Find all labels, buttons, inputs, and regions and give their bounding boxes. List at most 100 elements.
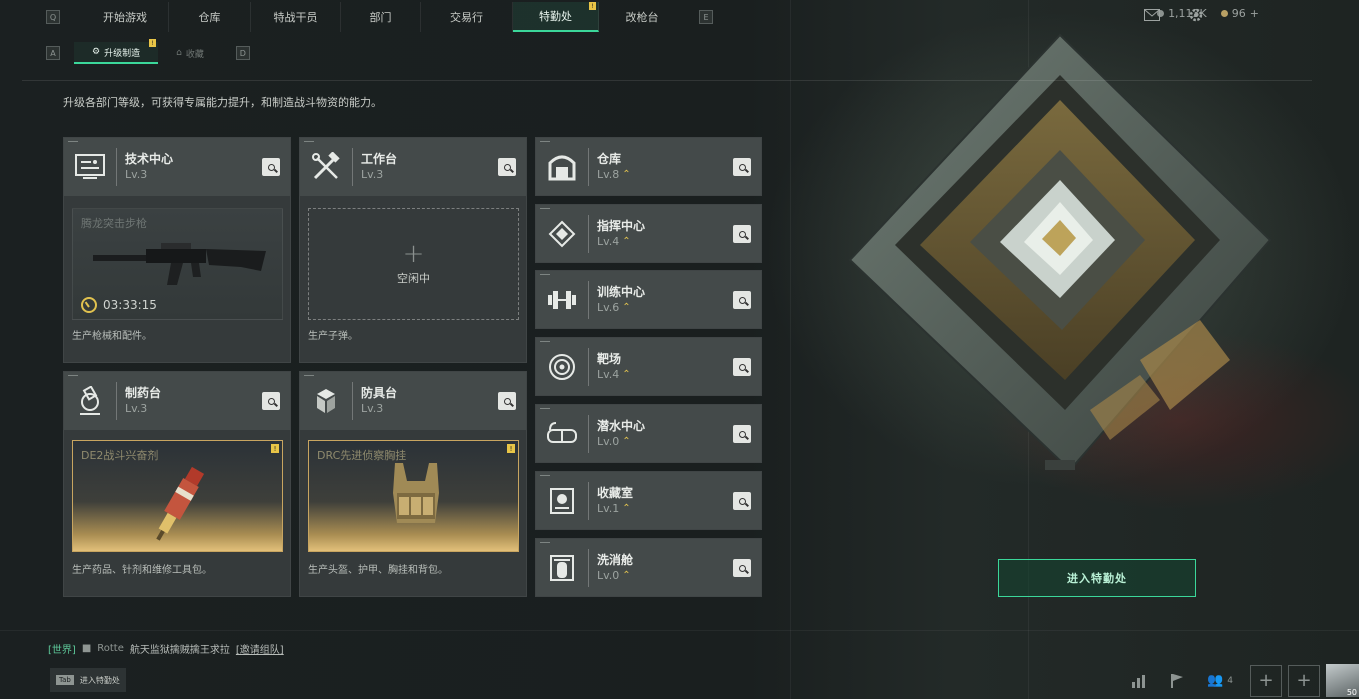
tech-center-card[interactable]: 技术中心 Lv.3 腾龙突击步枪 03:33:15 生产枪械和配件。: [63, 137, 291, 363]
tab-warehouse[interactable]: 仓库: [169, 2, 251, 32]
rifle-image: [93, 243, 266, 285]
card-header: 仓库 Lv.8 ⌃: [536, 138, 761, 195]
workbench-card[interactable]: 工作台 Lv.3 + 空闲中 生产子弹。: [299, 137, 527, 363]
chat-text: 航天监狱擒贼擒王求拉: [129, 645, 230, 656]
stats-bar-chart-icon[interactable]: [1120, 665, 1158, 697]
tab-label: 特战干员: [273, 11, 318, 24]
tab-label: 部门: [369, 11, 392, 24]
chat-sender[interactable]: Rotte: [97, 643, 124, 654]
level-text: Lv.4: [597, 367, 620, 381]
building-decontamination[interactable]: 洗消舱 Lv.0 ⌃: [535, 538, 762, 597]
card-title: 技术中心: [125, 152, 174, 166]
invite-slot-2[interactable]: +: [1288, 664, 1320, 697]
level-text: Lv.8: [597, 167, 620, 181]
coins-display[interactable]: 96 +: [1220, 7, 1259, 20]
chat-channel[interactable]: [世界]: [48, 641, 76, 656]
building-command-center[interactable]: 指挥中心 Lv.4 ⌃: [535, 204, 762, 263]
separator: [352, 148, 353, 186]
nav-next-key[interactable]: E: [699, 10, 713, 24]
separator: [352, 382, 353, 420]
chat-message: [世界] ■ Rotte 航天监狱擒贼擒王求拉 [邀请组队]: [48, 641, 284, 656]
notification-badge: !: [589, 2, 596, 10]
resources-bar: 1,113K 96 +: [1157, 7, 1259, 20]
settings-gear-icon[interactable]: [1187, 6, 1205, 24]
tab-gunsmith[interactable]: 改枪台: [599, 2, 685, 32]
search-icon: [738, 564, 746, 572]
production-slot-complete[interactable]: DRC先进侦察胸挂 !: [308, 440, 519, 552]
card-description: 生产子弹。: [308, 331, 358, 342]
search-button[interactable]: [733, 158, 751, 176]
separator: [588, 414, 589, 453]
search-button[interactable]: [498, 158, 516, 176]
building-diving-center[interactable]: 潜水中心 Lv.0 ⌃: [535, 404, 762, 463]
invite-team-link[interactable]: [邀请组队]: [236, 641, 284, 656]
chest-rig-image: [393, 463, 439, 523]
add-coins-button[interactable]: +: [1250, 7, 1259, 20]
card-header: 训练中心 Lv.6 ⌃: [536, 271, 761, 328]
top-navigation: Q 开始游戏 仓库 特战干员 部门 交易行 特勤处 ! 改枪台 E: [46, 2, 718, 32]
card-level: Lv.3: [361, 167, 397, 183]
enter-special-ops-button[interactable]: 进入特勤处: [998, 559, 1196, 597]
search-button[interactable]: [498, 392, 516, 410]
search-button[interactable]: [733, 225, 751, 243]
armor-bench-card[interactable]: 防具台 Lv.3 DRC先进侦察胸挂 ! 生产头盔、护甲、胸挂和背包。: [299, 371, 527, 597]
card-level: Lv.3: [125, 401, 161, 417]
pharmacy-card[interactable]: 制药台 Lv.3 DE2战斗兴奋剂 ! 生产药品、针剂和维修工具包。: [63, 371, 291, 597]
tab-operators[interactable]: 特战干员: [251, 2, 341, 32]
level-text: Lv.0: [597, 568, 620, 582]
keyboard-hint[interactable]: Tab 进入特勤处: [50, 668, 126, 692]
search-icon: [503, 163, 511, 171]
diving-center-icon: [536, 414, 588, 454]
friends-button[interactable]: 👥 4: [1196, 665, 1244, 697]
level-text: Lv.3: [125, 168, 148, 181]
tab-label: 仓库: [198, 11, 221, 24]
card-title: 靶场: [597, 351, 622, 366]
card-level: Lv.0 ⌃: [597, 434, 645, 450]
tab-start-game[interactable]: 开始游戏: [82, 2, 169, 32]
subnav-prev-key[interactable]: A: [46, 46, 60, 60]
search-button[interactable]: [733, 291, 751, 309]
search-button[interactable]: [733, 425, 751, 443]
subnav-next-key[interactable]: D: [235, 46, 250, 60]
search-button[interactable]: [262, 158, 280, 176]
player-avatar[interactable]: 50: [1326, 664, 1359, 697]
card-header: 收藏室 Lv.1 ⌃: [536, 472, 761, 529]
level-text: Lv.0: [597, 434, 620, 448]
search-button[interactable]: [733, 358, 751, 376]
card-level: Lv.3: [125, 167, 173, 183]
building-warehouse[interactable]: 仓库 Lv.8 ⌃: [535, 137, 762, 196]
tab-special-ops[interactable]: 特勤处 !: [513, 2, 599, 32]
tab-upgrade-craft[interactable]: ⚙ 升级制造 !: [74, 39, 159, 64]
tab-collection[interactable]: ⌂ 收藏: [158, 42, 222, 64]
flag-icon[interactable]: [1158, 665, 1196, 697]
notification-badge: !: [507, 444, 515, 453]
mail-icon[interactable]: [1143, 6, 1161, 24]
invite-slot-1[interactable]: +: [1250, 664, 1282, 697]
building-training-center[interactable]: 训练中心 Lv.6 ⌃: [535, 270, 762, 329]
avatar-level: 50: [1346, 688, 1357, 697]
card-title: 训练中心: [597, 284, 646, 299]
card-title: 收藏室: [597, 485, 634, 500]
card-title: 潜水中心: [597, 418, 646, 433]
tab-departments[interactable]: 部门: [341, 2, 421, 32]
add-icon: +: [402, 239, 425, 269]
search-button[interactable]: [733, 492, 751, 510]
decontamination-icon: [536, 548, 588, 588]
building-collection-room[interactable]: 收藏室 Lv.1 ⌃: [535, 471, 762, 530]
empty-production-slot[interactable]: + 空闲中: [308, 208, 519, 320]
tab-trading[interactable]: 交易行: [421, 2, 513, 32]
card-title: 洗消舱: [597, 552, 634, 567]
search-button[interactable]: [262, 392, 280, 410]
production-slot-complete[interactable]: DE2战斗兴奋剂 !: [72, 440, 283, 552]
search-button[interactable]: [733, 559, 751, 577]
card-header: 技术中心 Lv.3: [64, 138, 290, 196]
search-icon: [503, 397, 511, 405]
search-icon: [267, 397, 275, 405]
card-description: 生产枪械和配件。: [72, 331, 152, 342]
separator: [116, 382, 117, 420]
building-shooting-range[interactable]: 靶场 Lv.4 ⌃: [535, 337, 762, 396]
nav-prev-key[interactable]: Q: [46, 10, 60, 24]
production-slot[interactable]: 腾龙突击步枪 03:33:15: [72, 208, 283, 320]
card-header: 指挥中心 Lv.4 ⌃: [536, 205, 761, 262]
coins-value: 96: [1231, 7, 1246, 20]
